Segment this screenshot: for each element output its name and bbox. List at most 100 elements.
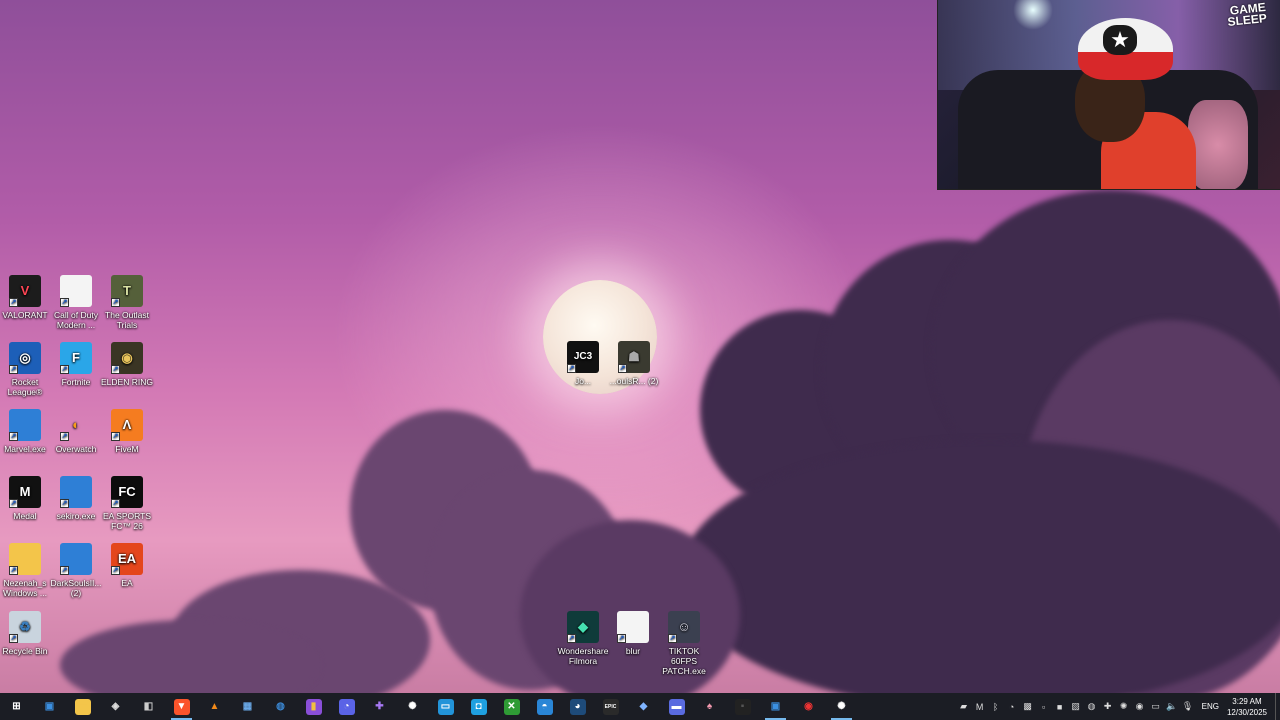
desktop-shortcut[interactable]: ↗ sekiro.exe: [50, 476, 102, 521]
folder-icon: ↗: [9, 543, 41, 575]
tray-bluetooth-icon[interactable]: ᛒ: [988, 693, 1004, 720]
desktop-shortcut[interactable]: ◉ ↗ ELDEN RING: [101, 342, 153, 387]
exe-window-icon[interactable]: ▣: [759, 693, 792, 720]
desktop-shortcut[interactable]: ↗ Call of Duty Modern ...: [50, 275, 102, 330]
desktop-shortcut-label: VALORANT: [2, 310, 48, 320]
ea-fc-icon: FC ↗: [111, 476, 143, 508]
edge-like-icon[interactable]: ◓: [528, 693, 561, 720]
desktop-shortcut[interactable]: ↗ blur: [607, 611, 659, 656]
desktop-shortcut[interactable]: ↗ Nezenah_s Windows ...: [0, 543, 51, 598]
pink-app-icon[interactable]: ♠: [693, 693, 726, 720]
desktop-shortcut[interactable]: M ↗ Medal: [0, 476, 51, 521]
desktop-shortcut-label: sekiro.exe: [56, 511, 96, 521]
desktop-shortcut[interactable]: ↗ Marvel.exe: [0, 409, 51, 454]
dark-app-icon[interactable]: ▪: [726, 693, 759, 720]
settings-gear-icon-glyph: ✺: [408, 701, 417, 712]
desktop-shortcut-label: Call of Duty Modern ...: [54, 310, 98, 330]
file-icon: ↗: [617, 611, 649, 643]
exe-window-icon: ↗: [9, 409, 41, 441]
desktop-shortcut-label: The Outlast Trials: [105, 310, 149, 330]
desktop-shortcut[interactable]: ◐ ↗ Overwatch: [50, 409, 102, 454]
overwatch-icon: ◐ ↗: [60, 417, 80, 441]
desktop-shortcut[interactable]: ◎ ↗ Rocket League®: [0, 342, 51, 397]
medal-icon: M ↗: [9, 476, 41, 508]
shortcut-arrow-icon: ↗: [111, 432, 120, 441]
just-cause-3-icon: JC3 ↗: [567, 341, 599, 373]
desktop-shortcut[interactable]: ☗ ↗ ...oulsR... (2): [608, 341, 660, 386]
desktop-shortcut-label: DarkSoulsII... (2): [50, 578, 102, 598]
fortnite-icon: F ↗: [60, 342, 92, 374]
record-app-icon[interactable]: ◉: [792, 693, 825, 720]
epic-games-icon[interactable]: EPIC: [594, 693, 627, 720]
monitor-app-icon[interactable]: ▭: [429, 693, 462, 720]
desktop-shortcut-label: EA: [121, 578, 133, 588]
tray-vpn-icon[interactable]: ◍: [1084, 693, 1100, 720]
desktop-shortcut[interactable]: F ↗ Fortnite: [50, 342, 102, 387]
window-app-icon[interactable]: ▣: [33, 693, 66, 720]
desktop-shortcut[interactable]: ◆ ↗ Wondershare Filmora: [557, 611, 609, 666]
show-desktop-button[interactable]: [1275, 693, 1280, 720]
tray-app-5-icon[interactable]: ◉: [1132, 693, 1148, 720]
tray-gamepad-icon[interactable]: ✚: [1100, 693, 1116, 720]
overwolf-icon[interactable]: ◈: [99, 693, 132, 720]
desktop-shortcut[interactable]: Λ ↗ FiveM: [101, 409, 153, 454]
overwolf-icon-glyph: ◈: [111, 701, 120, 712]
desktop-shortcut[interactable]: ↗ DarkSoulsII... (2): [50, 543, 102, 598]
language-indicator[interactable]: ENG: [1196, 702, 1225, 711]
tray-steelseries-icon[interactable]: ✺: [1116, 693, 1132, 720]
photos-app-icon[interactable]: ▦: [231, 693, 264, 720]
blue-window-icon[interactable]: ▬: [660, 693, 693, 720]
filmora-icon: ◆ ↗: [567, 611, 599, 643]
tray-discord-icon[interactable]: ◔: [1004, 693, 1020, 720]
tray-mic-icon[interactable]: 🎙: [1180, 693, 1196, 720]
globe-app-icon[interactable]: ◍: [264, 693, 297, 720]
tray-app-1-icon[interactable]: ▰: [956, 693, 972, 720]
gamepad-icon[interactable]: ✚: [363, 693, 396, 720]
diamond-app-icon[interactable]: ◆: [627, 693, 660, 720]
desktop-shortcut[interactable]: JC3 ↗ Jo...: [557, 341, 609, 386]
color-app-icon[interactable]: ▮: [297, 693, 330, 720]
desktop-shortcut-label: Nezenah_s Windows ...: [3, 578, 47, 598]
app-launcher-icon[interactable]: ◧: [132, 693, 165, 720]
tray-app-3-icon[interactable]: ▫: [1036, 693, 1052, 720]
shortcut-arrow-icon: ↗: [668, 634, 677, 643]
exe-window-icon-glyph: ▣: [770, 701, 781, 712]
tray-volume-icon[interactable]: 🔈: [1164, 693, 1180, 720]
shortcut-arrow-icon: ↗: [60, 298, 69, 307]
tray-app-2-icon[interactable]: ▩: [1020, 693, 1036, 720]
shortcut-arrow-icon: ↗: [111, 566, 120, 575]
steam-icon[interactable]: ◕: [561, 693, 594, 720]
shortcut-arrow-icon: ↗: [111, 499, 120, 508]
start-button[interactable]: ⊞: [0, 693, 33, 720]
brave-browser-icon-glyph: ▼: [173, 698, 190, 715]
tray-network-icon[interactable]: ▭: [1148, 693, 1164, 720]
discord-like-icon[interactable]: ◔: [330, 693, 363, 720]
edge-like-icon-glyph: ◓: [536, 698, 553, 715]
tray-nvidia-icon[interactable]: ■: [1052, 693, 1068, 720]
vlc-icon[interactable]: ▲: [198, 693, 231, 720]
desktop-shortcut[interactable]: V ↗ VALORANT: [0, 275, 51, 320]
shortcut-arrow-icon: ↗: [617, 634, 626, 643]
color-app-icon-glyph: ▮: [305, 698, 322, 715]
store-app-icon-glyph: ◘: [470, 698, 487, 715]
start-glyph: ⊞: [12, 701, 21, 712]
xbox-icon[interactable]: ✕: [495, 693, 528, 720]
shortcut-arrow-icon: ↗: [9, 298, 18, 307]
clock[interactable]: 3:29 AM 12/30/2025: [1225, 696, 1275, 718]
desktop-shortcut[interactable]: FC ↗ EA SPORTS FC™ 26: [101, 476, 153, 531]
store-app-icon[interactable]: ◘: [462, 693, 495, 720]
steelseries-icon[interactable]: ✺: [825, 693, 858, 720]
desktop-shortcut-label: Rocket League®: [7, 377, 43, 397]
brave-browser-icon[interactable]: ▼: [165, 693, 198, 720]
tray-app-4-icon[interactable]: ▧: [1068, 693, 1084, 720]
file-explorer-icon[interactable]: ▰: [66, 693, 99, 720]
shortcut-arrow-icon: ↗: [567, 634, 576, 643]
desktop-shortcut[interactable]: ♻ ↗ Recycle Bin: [0, 611, 51, 656]
tray-medal-icon[interactable]: M: [972, 693, 988, 720]
desktop-shortcut[interactable]: ☺ ↗ TIKTOK 60FPS PATCH.exe: [658, 611, 710, 676]
shortcut-arrow-icon: ↗: [567, 364, 576, 373]
settings-gear-icon[interactable]: ✺: [396, 693, 429, 720]
desktop-shortcut[interactable]: EA ↗ EA: [101, 543, 153, 588]
desktop-shortcut-label: blur: [625, 646, 641, 656]
desktop-shortcut[interactable]: T ↗ The Outlast Trials: [101, 275, 153, 330]
